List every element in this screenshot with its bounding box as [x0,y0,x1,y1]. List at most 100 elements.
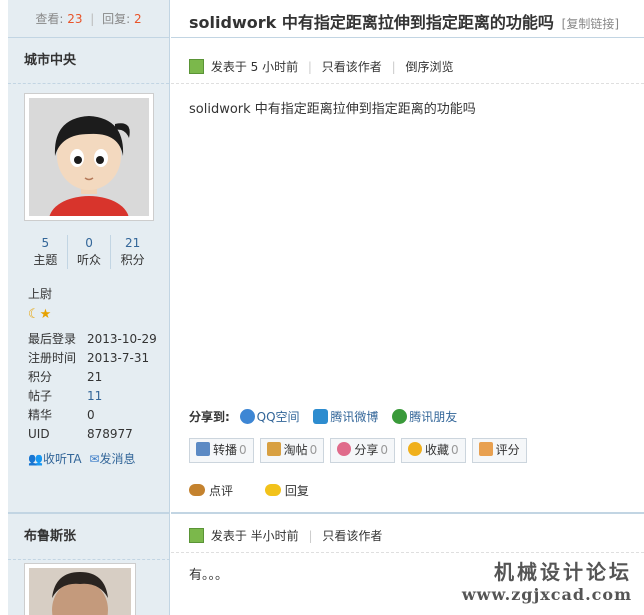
author-actions: 👥收听TA ✉发消息 [28,450,135,467]
avatar[interactable] [24,93,154,221]
rank-stars: ☾★ [28,307,51,322]
button-count: 0 [239,443,247,457]
info-key: 最后登录 [28,332,77,346]
avatar[interactable] [24,563,136,615]
post-content: 有。。。 [189,568,229,583]
info-value-link[interactable]: 11 [87,387,102,406]
tweibo-icon [313,409,329,424]
button-count: 0 [309,443,318,457]
share-button[interactable]: 分享 0 [330,438,395,463]
comment-link[interactable]: 点评 [189,484,247,498]
site-watermark: 机械设计论坛 www.zgjxcad.com [462,556,632,604]
count-value: 5 [41,236,50,250]
thread-stats: 查看: 23 | 回复: 2 [8,0,169,38]
watermark-title: 机械设计论坛 [494,560,632,584]
repost-button[interactable]: 转播 0 [189,438,254,463]
info-value: 0 [87,408,95,422]
info-row: 帖子 11 [28,387,157,406]
thread-title: solidwork 中有指定距离拉伸到指定距离的功能吗 [189,13,554,32]
moon-icon: ☾ [28,307,40,322]
watermark-url: www.zgjxcad.com [461,585,632,604]
count-followers[interactable]: 0 听众 [66,235,111,269]
post2-meta-wrap: 发表于 半小时前 | 只看该作者 [171,519,644,553]
author-sidebar: 查看: 23 | 回复: 2 城市中央 5 主题 0 听众 21 积分 上尉 ☾… [8,0,170,615]
info-row: 积分 21 [28,368,157,387]
info-row: UID 878977 [28,425,157,444]
post-divider [171,512,644,514]
envelope-icon: ✉ [89,452,100,466]
follow-link[interactable]: 👥收听TA [28,452,82,466]
count-topics[interactable]: 5 主题 [24,235,67,269]
post-time: 发表于 半小时前 [210,529,299,543]
rate-button[interactable]: 评分 [471,438,527,463]
share-tweibo[interactable]: 腾讯微博 [313,409,379,424]
replies-count: 2 [134,12,142,26]
button-count: 0 [380,443,388,457]
author-info: 最后登录 2013-10-29 注册时间 2013-7-31 积分 21 帖子 11 精… [28,330,157,444]
count-label: 积分 [120,253,145,267]
info-key: 精华 [28,408,53,422]
replies-label: 回复: [102,12,131,26]
reverse-order-link[interactable]: 倒序浏览 [406,60,454,74]
only-author-link[interactable]: 只看该作者 [322,529,382,543]
share-label: 分享到: [189,410,230,424]
repost-icon [196,442,210,456]
info-value: 21 [87,370,103,384]
info-key: 帖子 [28,389,53,403]
comment-label: 点评 [209,484,234,498]
thread-header: solidwork 中有指定距离拉伸到指定距离的功能吗 [复制链接] [171,0,644,38]
share-bar: 分享到: QQ空间 腾讯微博 腾讯朋友 [189,408,467,425]
info-key: 积分 [28,370,53,384]
message-label: 发消息 [99,452,136,466]
share-pengyou[interactable]: 腾讯朋友 [392,409,457,424]
message-link[interactable]: ✉发消息 [89,452,135,466]
button-label: 分享 [354,443,379,457]
thread-main: solidwork 中有指定距离拉伸到指定距离的功能吗 [复制链接] 发表于 5… [171,0,644,615]
thumbs-up-icon [478,442,493,456]
clover-icon [392,409,408,424]
cartoon-avatar-icon [29,98,149,216]
share-qzone[interactable]: QQ空间 [239,409,300,424]
coffee-icon [189,484,205,496]
post-meta: 发表于 5 小时前 | 只看该作者 | 倒序浏览 [171,50,644,84]
stats-separator: | [90,12,95,26]
qzone-icon [239,409,255,424]
author-name[interactable]: 布鲁斯张 [8,514,170,560]
count-credits[interactable]: 21 积分 [110,235,154,269]
heart-icon [337,442,352,456]
online-status-icon [189,528,204,543]
separator: | [307,60,312,74]
button-count: 0 [450,443,459,457]
star-icon [407,442,422,456]
follow-label: 收听TA [42,452,82,466]
post-content: solidwork 中有指定距离拉伸到指定距离的功能吗 [189,102,476,117]
separator: | [308,529,313,543]
count-label: 主题 [33,253,58,267]
reply-link[interactable]: 回复 [264,484,323,498]
comment-bar: 点评 回复 [189,482,337,499]
author-counts: 5 主题 0 听众 21 积分 [24,235,154,269]
copy-link-button[interactable]: [复制链接] [562,17,619,31]
only-author-link[interactable]: 只看该作者 [322,60,382,74]
second-author: 布鲁斯张 [8,512,170,560]
reply-label: 回复 [284,484,309,498]
collect-post-button[interactable]: 淘帖 0 [259,438,325,463]
info-row: 注册时间 2013-7-31 [28,349,157,368]
post-action-buttons: 转播 0 淘帖 0 分享 0 收藏 0 评分 [189,438,527,463]
author-name[interactable]: 城市中央 [8,38,169,84]
photo-avatar-icon [29,568,131,615]
views-label: 查看: [35,12,64,26]
favorite-button[interactable]: 收藏 0 [400,438,466,463]
share-name: QQ空间 [256,410,300,424]
info-row: 精华 0 [28,406,157,425]
info-value: 878977 [87,427,133,441]
tray-icon [266,442,281,456]
info-row: 最后登录 2013-10-29 [28,330,157,349]
count-label: 听众 [77,253,102,267]
share-name: 腾讯微博 [330,410,379,424]
info-key: 注册时间 [28,351,77,365]
post-meta: 发表于 半小时前 | 只看该作者 [171,519,644,553]
info-value: 2013-10-29 [87,332,157,346]
star-icon: ★ [39,307,52,322]
speech-bubble-icon [264,484,281,496]
